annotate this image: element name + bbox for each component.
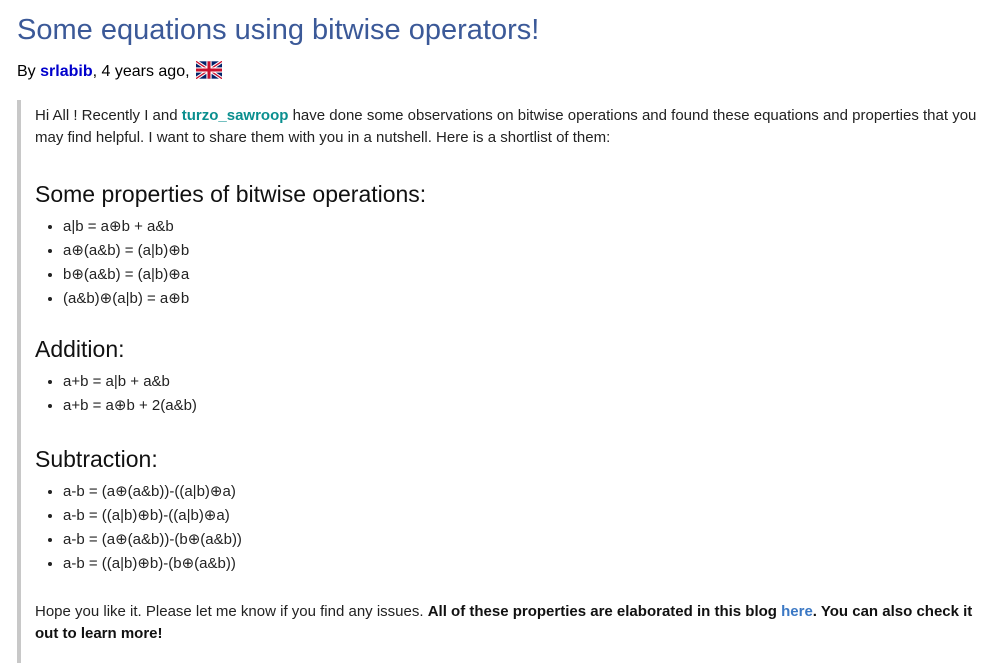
outro-paragraph: Hope you like it. Please let me know if … bbox=[35, 601, 985, 645]
list-item: a|b = a⊕b + a&b bbox=[63, 215, 1007, 239]
list-item: a-b = ((a|b)⊕b)-((a|b)⊕a) bbox=[63, 504, 1007, 528]
section-heading: Addition: bbox=[35, 336, 125, 362]
equation-list: a-b = (a⊕(a&b))-((a|b)⊕a) a-b = ((a|b)⊕b… bbox=[35, 480, 1007, 576]
list-item: a+b = a⊕b + 2(a&b) bbox=[63, 394, 1007, 418]
intro-text: Hi All ! Recently I and bbox=[35, 107, 182, 124]
equation-list: a+b = a|b + a&b a+b = a⊕b + 2(a&b) bbox=[35, 370, 1007, 418]
byline-prefix: By bbox=[17, 63, 41, 80]
post-time: , 4 years ago, bbox=[92, 63, 194, 80]
list-item: (a&b)⊕(a|b) = a⊕b bbox=[63, 287, 1007, 311]
blog-link[interactable]: here bbox=[781, 603, 813, 620]
list-item: b⊕(a&b) = (a|b)⊕a bbox=[63, 263, 1007, 287]
post-byline: By srlabib, 4 years ago, bbox=[17, 59, 223, 81]
list-item: a-b = (a⊕(a&b))-((a|b)⊕a) bbox=[63, 480, 1007, 504]
section-heading: Subtraction: bbox=[35, 446, 158, 472]
outro-text: Hope you like it. Please let me know if … bbox=[35, 603, 428, 620]
list-item: a+b = a|b + a&b bbox=[63, 370, 1007, 394]
author-link[interactable]: srlabib bbox=[40, 63, 92, 80]
list-item: a-b = ((a|b)⊕b)-(b⊕(a&b)) bbox=[63, 552, 1007, 576]
post-content: Hi All ! Recently I and turzo_sawroop ha… bbox=[17, 100, 1007, 663]
equation-list: a|b = a⊕b + a&b a⊕(a&b) = (a|b)⊕b b⊕(a&b… bbox=[35, 215, 1007, 311]
section-heading: Some properties of bitwise operations: bbox=[35, 181, 427, 207]
mention-link[interactable]: turzo_sawroop bbox=[182, 107, 289, 124]
outro-bold-text: All of these properties are elaborated i… bbox=[427, 603, 782, 620]
list-item: a⊕(a&b) = (a|b)⊕b bbox=[63, 239, 1007, 263]
intro-paragraph: Hi All ! Recently I and turzo_sawroop ha… bbox=[35, 105, 1005, 149]
list-item: a-b = (a⊕(a&b))-(b⊕(a&b)) bbox=[63, 528, 1007, 552]
uk-flag-icon bbox=[195, 59, 223, 81]
post-title[interactable]: Some equations using bitwise operators! bbox=[17, 14, 539, 47]
